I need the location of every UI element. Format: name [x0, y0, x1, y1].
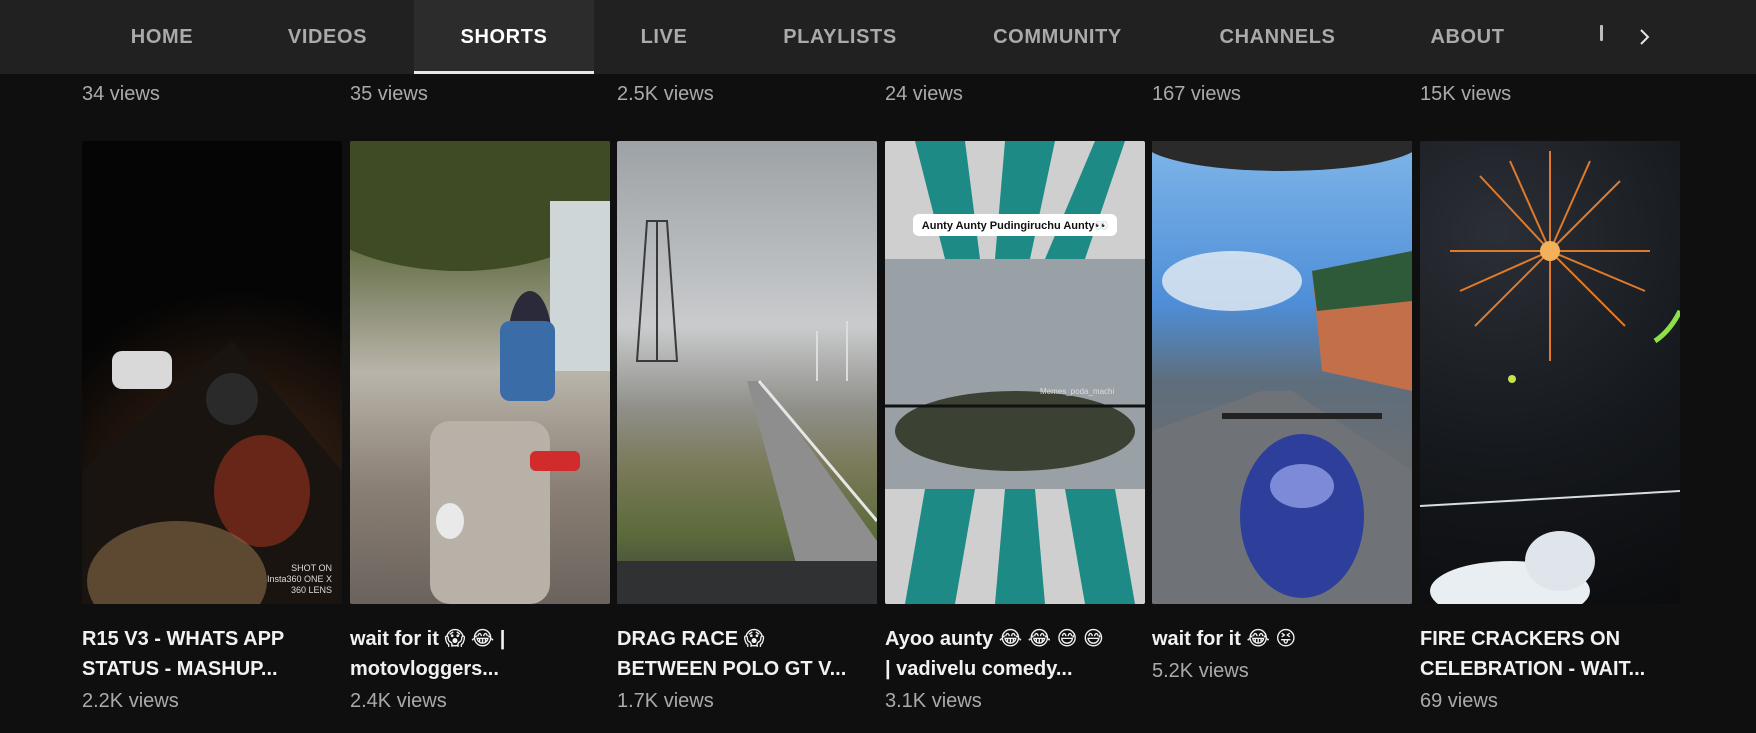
tab-live[interactable]: LIVE: [594, 0, 734, 74]
prev-row-views: 2.5K views: [617, 83, 714, 105]
insta360-watermark: SHOT ON Insta360 ONE X 360 LENS: [266, 563, 332, 595]
short-card[interactable]: Aunty Aunty Pudingiruchu Aunty👀 Memes_po…: [885, 141, 1145, 713]
tab-channels[interactable]: CHANNELS: [1200, 0, 1355, 74]
chevron-right-icon[interactable]: [1624, 17, 1664, 57]
video-caption-overlay: Aunty Aunty Pudingiruchu Aunty👀: [913, 214, 1117, 236]
short-title[interactable]: DRAG RACE 😱 BETWEEN POLO GT V...: [617, 624, 877, 684]
tab-playlists[interactable]: PLAYLISTS: [760, 0, 920, 74]
prev-row-views: 167 views: [1152, 83, 1241, 105]
short-views: 1.7K views: [617, 690, 714, 712]
prev-row-views: 24 views: [885, 83, 963, 105]
short-thumbnail[interactable]: SHOT ON Insta360 ONE X 360 LENS: [82, 141, 342, 604]
short-title[interactable]: R15 V3 - WHATS APP STATUS - MASHUP...: [82, 624, 342, 684]
channel-tab-bar: HOME VIDEOS SHORTS LIVE PLAYLISTS COMMUN…: [0, 0, 1756, 74]
short-title[interactable]: wait for it 😱 😂 | motovloggers...: [350, 624, 610, 684]
prev-row-views: 15K views: [1420, 83, 1512, 105]
tab-home[interactable]: HOME: [82, 0, 242, 74]
tab-shorts[interactable]: SHORTS: [414, 0, 594, 74]
tab-about[interactable]: ABOUT: [1420, 0, 1515, 74]
street-scooter-art: [350, 141, 610, 604]
fireworks-art: [1420, 151, 1680, 604]
prev-row-views: 35 views: [350, 83, 428, 105]
meme-helicopter-art: [885, 141, 1145, 604]
short-thumbnail[interactable]: [1152, 141, 1412, 604]
night-road-art: [82, 341, 342, 604]
tab-community[interactable]: COMMUNITY: [975, 0, 1140, 74]
short-thumbnail[interactable]: Aunty Aunty Pudingiruchu Aunty👀 Memes_po…: [885, 141, 1145, 604]
bike-truck-art: [1152, 141, 1412, 604]
short-card[interactable]: DRAG RACE 😱 BETWEEN POLO GT V... 1.7K vi…: [617, 141, 877, 713]
short-views: 2.4K views: [350, 690, 447, 712]
short-views: 5.2K views: [1152, 660, 1249, 682]
short-thumbnail[interactable]: [617, 141, 877, 604]
prev-row-views: 34 views: [82, 83, 160, 105]
highway-tower-art: [617, 220, 877, 604]
short-title[interactable]: FIRE CRACKERS ON CELEBRATION - WAIT...: [1420, 624, 1680, 684]
short-views: 69 views: [1420, 690, 1498, 712]
short-views: 2.2K views: [82, 690, 179, 712]
tab-search-partial: [1600, 25, 1603, 41]
meme-watermark: Memes_poda_machi: [1040, 387, 1115, 396]
short-card[interactable]: wait for it 😂 😝 5.2K views: [1152, 141, 1412, 683]
short-views: 3.1K views: [885, 690, 982, 712]
short-card[interactable]: SHOT ON Insta360 ONE X 360 LENS R15 V3 -…: [82, 141, 342, 713]
tab-videos[interactable]: VIDEOS: [245, 0, 410, 74]
short-thumbnail[interactable]: [1420, 141, 1680, 604]
short-thumbnail[interactable]: [350, 141, 610, 604]
short-card[interactable]: FIRE CRACKERS ON CELEBRATION - WAIT... 6…: [1420, 141, 1680, 713]
short-title[interactable]: wait for it 😂 😝: [1152, 624, 1412, 654]
short-card[interactable]: wait for it 😱 😂 | motovloggers... 2.4K v…: [350, 141, 610, 713]
short-title[interactable]: Ayoo aunty 😂 😂 😅 😅 | vadivelu comedy...: [885, 624, 1145, 684]
